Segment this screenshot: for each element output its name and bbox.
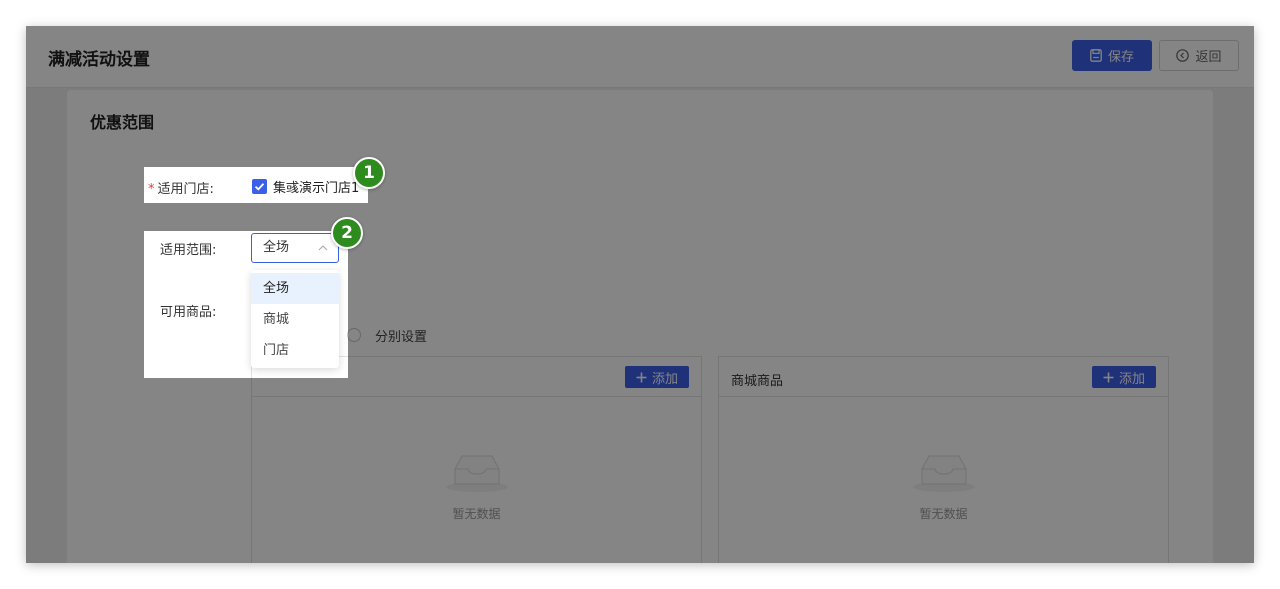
overlay-mask-left-2 bbox=[26, 231, 144, 378]
callout-badge-1: 1 bbox=[353, 157, 385, 189]
overlay-mask-bottom bbox=[26, 378, 1254, 563]
dropdown-option-store[interactable]: 门店 bbox=[251, 335, 339, 366]
store-checkbox[interactable] bbox=[252, 179, 267, 194]
scope-dropdown-menu: 全场 商城 门店 bbox=[251, 270, 339, 368]
goods-field-label: 可用商品: bbox=[160, 305, 217, 320]
callout-badge-2: 2 bbox=[331, 217, 363, 249]
dropdown-option-mall[interactable]: 商城 bbox=[251, 304, 339, 335]
overlay-mask-top bbox=[26, 26, 1254, 167]
dropdown-option-all[interactable]: 全场 bbox=[251, 273, 339, 304]
store-field-label: * 适用门店: bbox=[148, 178, 214, 197]
app-window: 满减活动设置 保存 返回 优惠范围 * 适用门店: 集彧演示门店1 适用范围: … bbox=[26, 26, 1254, 563]
scope-field-label: 适用范围: bbox=[160, 243, 217, 258]
check-icon bbox=[254, 183, 265, 191]
scope-select-value: 全场 bbox=[263, 240, 290, 255]
overlay-mask-right-2 bbox=[348, 231, 1254, 378]
required-mark: * bbox=[148, 182, 155, 197]
scope-select[interactable]: 全场 bbox=[251, 233, 339, 263]
overlay-mask-right-1 bbox=[368, 167, 1254, 203]
overlay-mask-left-1 bbox=[26, 167, 144, 203]
chevron-up-icon bbox=[318, 245, 328, 251]
store-checkbox-label[interactable]: 集彧演示门店1 bbox=[273, 177, 359, 196]
overlay-mask-middle bbox=[26, 203, 1254, 231]
store-label-text: 适用门店: bbox=[157, 182, 214, 197]
